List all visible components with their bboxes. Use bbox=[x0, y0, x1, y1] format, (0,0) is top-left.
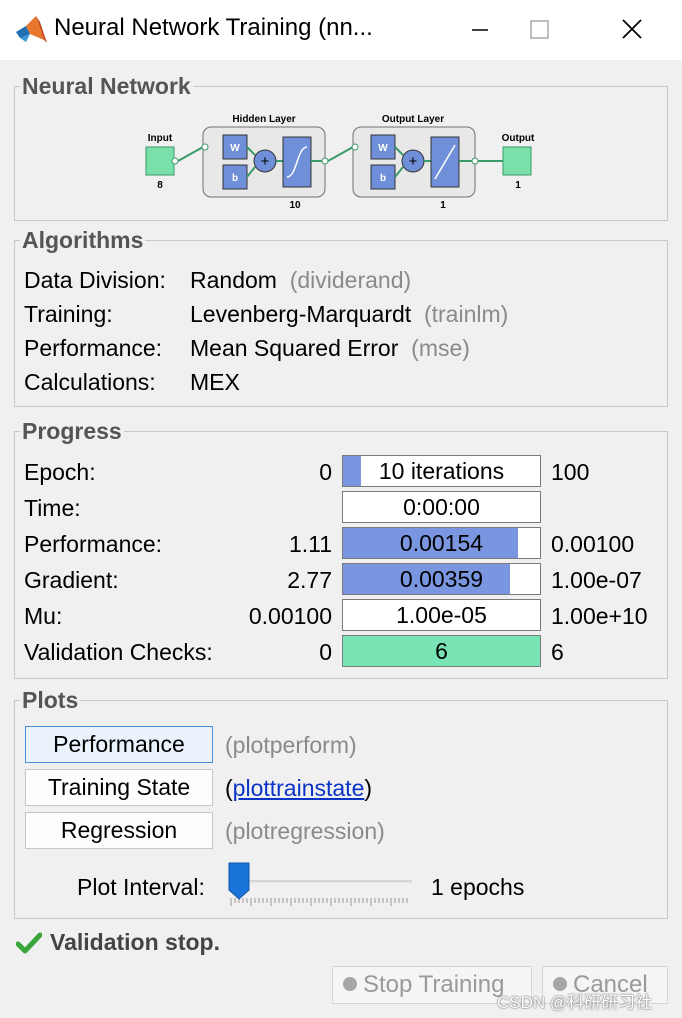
plot-interval-value: 1 epochs bbox=[431, 874, 525, 900]
plottrainstate-link[interactable]: plottrainstate bbox=[233, 775, 365, 801]
neural-network-panel: Neural Network Input 8 Hidden Layer W b … bbox=[14, 73, 668, 221]
plot-interval-label: Plot Interval: bbox=[77, 874, 205, 900]
mu-end: 1.00e+10 bbox=[551, 603, 648, 629]
input-size: 8 bbox=[157, 180, 163, 191]
training-value: Levenberg-Marquardt (trainlm) bbox=[190, 301, 509, 327]
checkmark-icon bbox=[16, 932, 42, 954]
plot-training-state-button[interactable]: Training State bbox=[25, 769, 213, 806]
plot-performance-button[interactable]: Performance bbox=[25, 726, 213, 763]
performance-label: Performance: bbox=[24, 335, 163, 361]
output-size: 1 bbox=[515, 180, 521, 191]
svg-text:W: W bbox=[230, 143, 240, 154]
time-current: 0:00:00 bbox=[403, 494, 480, 520]
time-progress-bar: 0:00:00 bbox=[342, 491, 541, 523]
plot-performance-fn: (plotperform) bbox=[225, 732, 357, 758]
input-node bbox=[145, 146, 175, 176]
svg-text:+: + bbox=[409, 153, 418, 170]
progress-title: Progress bbox=[20, 418, 124, 445]
gradient-end: 1.00e-07 bbox=[551, 567, 642, 593]
output-node bbox=[502, 146, 532, 176]
validation-checks-label: Validation Checks: bbox=[24, 639, 213, 665]
hidden-layer-title: Hidden Layer bbox=[232, 114, 295, 125]
maximize-icon[interactable] bbox=[508, 8, 572, 52]
plot-interval-slider-thumb[interactable] bbox=[228, 862, 250, 900]
network-diagram: Input 8 Hidden Layer W b + 10 Output Lay… bbox=[145, 114, 535, 211]
plot-training-state-fn: (plottrainstate) bbox=[225, 775, 373, 801]
watermark: CSDN @科研研习社 bbox=[497, 993, 653, 1012]
gradient-progress-bar: 0.00359 bbox=[342, 563, 541, 595]
validation-checks-end: 6 bbox=[551, 639, 564, 665]
epoch-label: Epoch: bbox=[24, 459, 96, 485]
stop-icon bbox=[343, 977, 357, 991]
epoch-start: 0 bbox=[319, 459, 332, 485]
svg-text:+: + bbox=[261, 153, 270, 170]
validation-checks-start: 0 bbox=[319, 639, 332, 665]
progress-panel: Progress Epoch: 0 10 iterations 100 Time… bbox=[14, 418, 668, 679]
mu-start: 0.00100 bbox=[248, 603, 332, 629]
data-division-value: Random (dividerand) bbox=[190, 267, 412, 293]
epoch-end: 100 bbox=[551, 459, 590, 485]
validation-checks-current: 6 bbox=[435, 638, 448, 664]
hidden-layer-size: 10 bbox=[289, 200, 301, 211]
training-fn: (trainlm) bbox=[423, 301, 509, 327]
plot-interval-slider-track[interactable] bbox=[230, 880, 412, 883]
output-layer-size: 1 bbox=[440, 200, 446, 211]
plots-title: Plots bbox=[20, 687, 81, 714]
window-title: Neural Network Training (nn... bbox=[54, 14, 373, 41]
plots-panel: Plots Performance (plotperform) Training… bbox=[14, 687, 668, 919]
matlab-logo-icon bbox=[16, 16, 47, 43]
svg-text:b: b bbox=[232, 173, 238, 184]
performance-fn: (mse) bbox=[411, 335, 470, 361]
minimize-icon[interactable] bbox=[448, 8, 512, 52]
gradient-label: Gradient: bbox=[24, 567, 119, 593]
plot-regression-fn: (plotregression) bbox=[225, 818, 385, 844]
svg-text:b: b bbox=[380, 173, 386, 184]
gradient-start: 2.77 bbox=[287, 567, 332, 593]
plot-regression-button[interactable]: Regression bbox=[25, 812, 213, 849]
perf-start: 1.11 bbox=[288, 531, 332, 557]
performance-value: Mean Squared Error (mse) bbox=[190, 335, 470, 361]
data-division-fn: (dividerand) bbox=[289, 267, 412, 293]
mu-progress-bar: 1.00e-05 bbox=[342, 599, 541, 631]
calculations-value: MEX bbox=[190, 369, 240, 395]
input-label: Input bbox=[148, 133, 173, 144]
gradient-current: 0.00359 bbox=[399, 566, 484, 592]
status-message: Validation stop. bbox=[50, 929, 220, 955]
title-bar: Neural Network Training (nn... bbox=[0, 0, 682, 60]
data-division-label: Data Division: bbox=[24, 267, 166, 293]
perf-current: 0.00154 bbox=[399, 530, 484, 556]
time-label: Time: bbox=[24, 495, 81, 521]
validation-checks-bar: 6 bbox=[342, 635, 541, 667]
close-icon[interactable] bbox=[600, 8, 664, 52]
mu-label: Mu: bbox=[24, 603, 63, 629]
perf-progress-bar: 0.00154 bbox=[342, 527, 541, 559]
perf-end: 0.00100 bbox=[551, 531, 635, 557]
svg-text:W: W bbox=[378, 143, 388, 154]
plot-interval-slider-ticks bbox=[230, 898, 408, 906]
epoch-progress-bar: 10 iterations bbox=[342, 455, 541, 487]
calculations-label: Calculations: bbox=[24, 369, 156, 395]
output-label: Output bbox=[502, 133, 535, 144]
mu-current: 1.00e-05 bbox=[396, 602, 487, 628]
perf-label: Performance: bbox=[24, 531, 163, 557]
training-label: Training: bbox=[24, 301, 113, 327]
output-layer-title: Output Layer bbox=[382, 114, 444, 125]
algorithms-panel: Algorithms Data Division: Random (divide… bbox=[14, 227, 668, 407]
epoch-current: 10 iterations bbox=[378, 458, 505, 484]
algorithms-title: Algorithms bbox=[20, 227, 146, 254]
